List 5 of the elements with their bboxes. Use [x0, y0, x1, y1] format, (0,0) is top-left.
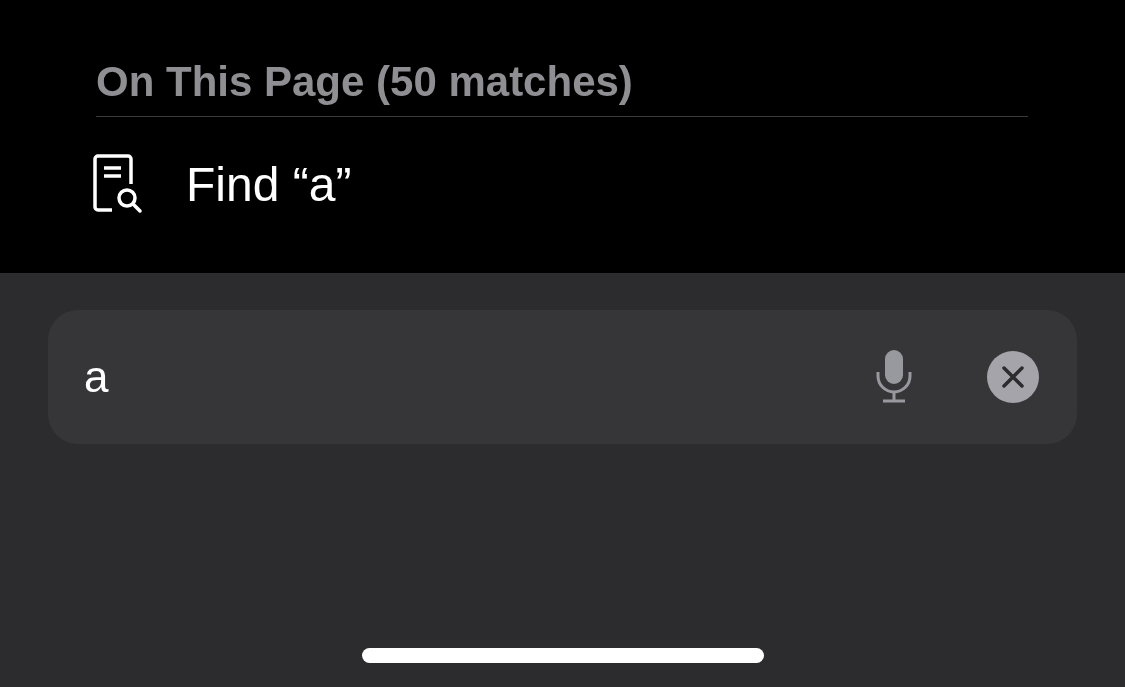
- section-heading: On This Page (50 matches): [96, 57, 633, 107]
- close-icon: [1001, 365, 1025, 389]
- find-result[interactable]: Find “a”: [186, 157, 352, 213]
- microphone-icon[interactable]: [875, 350, 913, 404]
- search-input[interactable]: a: [48, 310, 1077, 444]
